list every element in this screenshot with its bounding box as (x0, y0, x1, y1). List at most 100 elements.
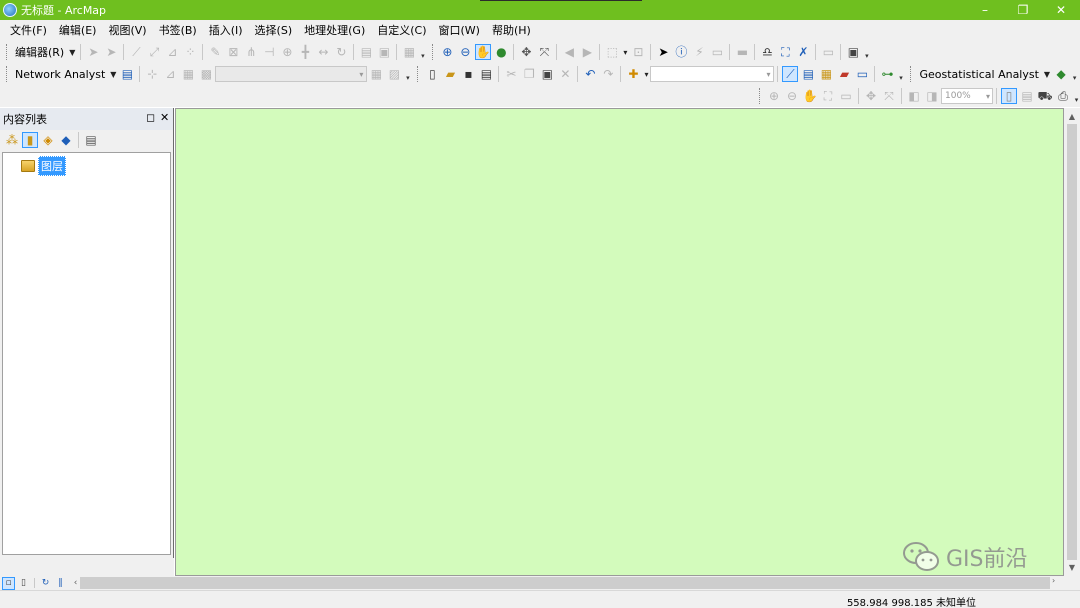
network-dataset-select[interactable]: ▾ (215, 66, 368, 82)
attributes-icon[interactable]: ↻ (333, 44, 349, 60)
layers-data-frame[interactable]: 图层 (21, 156, 66, 176)
create-features-icon[interactable]: ▤ (358, 44, 374, 60)
forward-extent-icon[interactable]: ▶ (579, 44, 595, 60)
find-route-icon[interactable]: ⛶ (777, 44, 793, 60)
create-network-location-icon[interactable]: ⊹ (144, 66, 160, 82)
fixed-zoom-out-layout-icon[interactable]: ⤧ (881, 88, 897, 104)
rotate-icon[interactable]: ⊕ (279, 44, 295, 60)
toolbar-grip[interactable] (6, 44, 9, 60)
focus-data-frame-icon[interactable]: ▤ (1019, 88, 1035, 104)
change-layout-icon[interactable]: ⛟ (1037, 88, 1053, 104)
sketch-window-icon[interactable]: ▣ (376, 44, 392, 60)
close-button[interactable]: ✕ (1042, 0, 1080, 20)
toc-header[interactable]: 内容列表 ◻ ✕ (0, 108, 173, 130)
map-display[interactable] (175, 108, 1064, 576)
title-bar[interactable]: 无标题 - ArcMap – ❐ ✕ (0, 0, 1080, 20)
modelbuilder-icon[interactable]: ⊶ (879, 66, 895, 82)
trace-tool-icon[interactable]: ⤢ (146, 44, 162, 60)
measure-tool-icon[interactable]: ▬ (734, 44, 750, 60)
layout-zoom-in-icon[interactable]: ⊕ (766, 88, 782, 104)
build-network-icon[interactable]: ▦ (368, 66, 384, 82)
data-view-icon[interactable]: ▫ (2, 576, 15, 590)
menu-edit[interactable]: 编辑(E) (53, 20, 103, 41)
scroll-up-icon[interactable]: ▲ (1064, 109, 1080, 123)
edit-annotation-icon[interactable]: ➤ (103, 44, 119, 60)
find-binoculars-icon[interactable]: ♎ (759, 44, 775, 60)
menu-windows[interactable]: 窗口(W) (433, 20, 486, 41)
layout-zoom-select[interactable]: 100% ▾ (941, 88, 993, 104)
list-by-drawing-order-icon[interactable]: ⁂ (4, 132, 20, 148)
fixed-zoom-out-icon[interactable]: ⤧ (536, 44, 552, 60)
paste-icon[interactable]: ▣ (539, 66, 555, 82)
directions-icon[interactable]: ▩ (198, 66, 214, 82)
refresh-view-icon[interactable]: ↻ (39, 577, 52, 590)
layout-zoom-out-icon[interactable]: ⊖ (784, 88, 800, 104)
select-move-location-icon[interactable]: ⊿ (162, 66, 178, 82)
map-scale-select[interactable]: ▾ (650, 66, 775, 82)
zoom-out-icon[interactable]: ⊖ (457, 44, 473, 60)
editor-options-icon[interactable]: ▦ (401, 44, 417, 60)
fixed-zoom-in-layout-icon[interactable]: ✥ (863, 88, 879, 104)
horizontal-scroll-thumb[interactable] (80, 577, 1050, 589)
menu-bookmarks[interactable]: 书签(B) (153, 20, 203, 41)
editor-dropdown[interactable]: 编辑器(R) (12, 44, 67, 60)
split-icon[interactable]: ⊣ (261, 44, 277, 60)
list-by-selection-icon[interactable]: ◆ (58, 132, 74, 148)
edit-tool-icon[interactable]: ➤ (85, 44, 101, 60)
network-analyst-arrow-icon[interactable]: ▼ (108, 70, 118, 79)
network-analyst-window-icon[interactable]: ▤ (119, 66, 135, 82)
new-document-icon[interactable]: ▯ (424, 66, 440, 82)
menu-customize[interactable]: 自定义(C) (371, 20, 432, 41)
geostatistical-analyst-dropdown[interactable]: Geostatistical Analyst (916, 68, 1041, 81)
pan-hand-icon[interactable]: ✋ (475, 44, 492, 60)
pause-drawing-icon[interactable]: ‖ (54, 577, 67, 590)
html-popup-icon[interactable]: ▭ (709, 44, 725, 60)
editor-toolbar-toggle-icon[interactable]: ⟋ (782, 66, 799, 82)
vertical-scrollbar[interactable]: ▲ ▼ (1064, 108, 1080, 576)
open-folder-icon[interactable]: ▰ (442, 66, 458, 82)
network-analyst-dropdown[interactable]: Network Analyst (12, 68, 108, 81)
print-icon[interactable]: ▤ (478, 66, 494, 82)
menu-view[interactable]: 视图(V) (102, 20, 152, 41)
delete-icon[interactable]: ✕ (557, 66, 573, 82)
hyperlink-icon[interactable]: ⚡ (691, 44, 707, 60)
full-extent-globe-icon[interactable]: ● (493, 44, 509, 60)
toc-auto-hide-icon[interactable]: ◻ (146, 111, 155, 124)
back-extent-icon[interactable]: ◀ (561, 44, 577, 60)
minimize-button[interactable]: – (966, 0, 1004, 20)
select-features-icon[interactable]: ⬚ (604, 44, 620, 60)
zoom-100-icon[interactable]: ▭ (838, 88, 854, 104)
fixed-zoom-in-icon[interactable]: ✥ (518, 44, 534, 60)
edit-vertices-icon[interactable]: ✎ (207, 44, 223, 60)
cut-icon[interactable]: ✂ (503, 66, 519, 82)
list-by-visibility-icon[interactable]: ◈ (40, 132, 56, 148)
zoom-whole-page-icon[interactable]: ⛶ (820, 88, 836, 104)
menu-geoprocessing[interactable]: 地理处理(G) (298, 20, 371, 41)
arctoolbox-icon[interactable]: ▰ (836, 66, 852, 82)
clear-selection-icon[interactable]: ⊡ (630, 44, 646, 60)
select-elements-icon[interactable]: ➤ (655, 44, 671, 60)
scroll-right-icon[interactable]: › (1052, 576, 1055, 585)
data-driven-pages-icon[interactable]: ⎙ (1055, 88, 1071, 104)
time-slider-icon[interactable]: ▭ (820, 44, 836, 60)
python-window-icon[interactable]: ▭ (854, 66, 870, 82)
toc-close-icon[interactable]: ✕ (160, 111, 169, 124)
identify-icon[interactable]: ⓘ (673, 44, 689, 60)
solve-icon[interactable]: ▦ (180, 66, 196, 82)
straight-segment-icon[interactable]: ⟋ (128, 44, 144, 60)
copy-icon[interactable]: ❐ (521, 66, 537, 82)
restore-button[interactable]: ❐ (1004, 0, 1042, 20)
sketch-properties-icon[interactable]: ↔ (315, 44, 331, 60)
layout-view-icon[interactable]: ▯ (17, 577, 30, 590)
geostatistical-wizard-icon[interactable]: ◆ (1053, 66, 1069, 82)
geostatistical-arrow-icon[interactable]: ▼ (1042, 70, 1052, 79)
undo-icon[interactable]: ↶ (582, 66, 598, 82)
measure-icon[interactable]: ╋ (297, 44, 313, 60)
reshape-icon[interactable]: ⊠ (225, 44, 241, 60)
menu-help[interactable]: 帮助(H) (486, 20, 537, 41)
toc-options-icon[interactable]: ▤ (83, 132, 99, 148)
menu-selection[interactable]: 选择(S) (249, 20, 299, 41)
list-by-source-icon[interactable]: ▮ (22, 132, 38, 148)
catalog-window-icon[interactable]: ▦ (818, 66, 834, 82)
add-data-icon[interactable]: ✚ (625, 66, 641, 82)
